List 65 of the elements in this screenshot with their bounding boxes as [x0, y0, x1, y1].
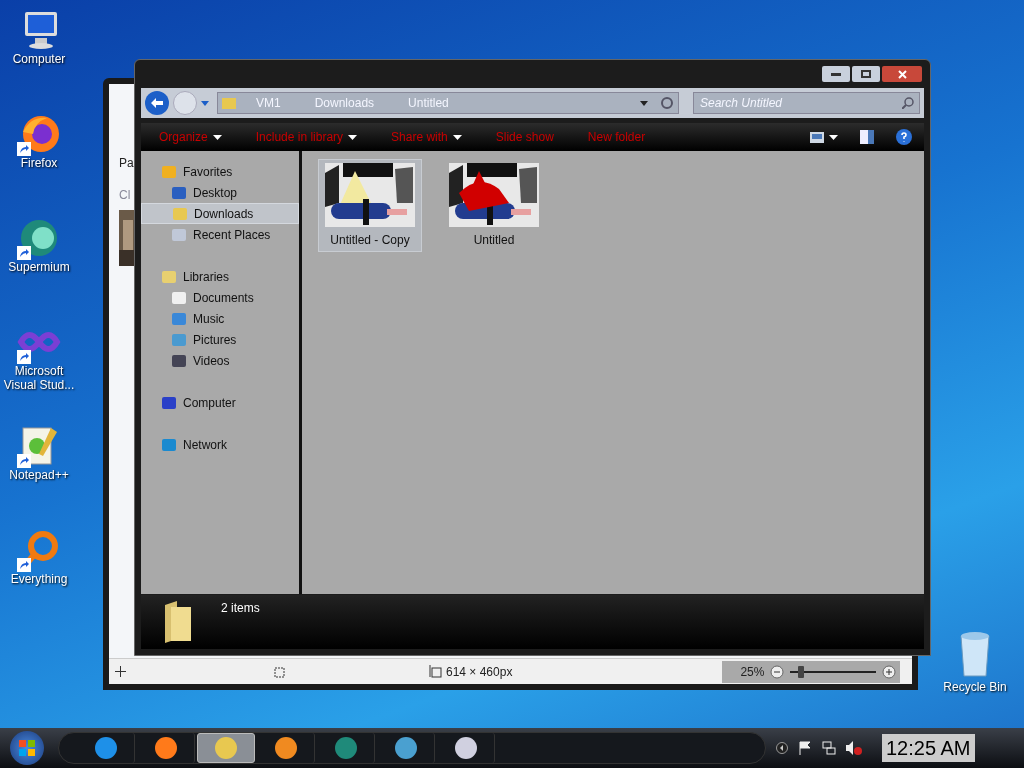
- back-arrow-icon: [151, 98, 163, 108]
- ribbon-label: Pa: [119, 155, 134, 172]
- clock[interactable]: 12:25 AM: [882, 734, 975, 762]
- caret-icon: [452, 134, 462, 140]
- caret-icon[interactable]: [201, 100, 209, 106]
- nav-item[interactable]: Downloads: [141, 203, 299, 224]
- nav-item[interactable]: Favorites: [141, 161, 299, 182]
- close-icon: [897, 69, 907, 79]
- file-name: Untitled - Copy: [330, 232, 410, 249]
- close-button[interactable]: [882, 66, 922, 82]
- shortcut-arrow-icon: [17, 246, 31, 260]
- zoom-slider[interactable]: [790, 664, 877, 679]
- nav-item[interactable]: Pictures: [141, 329, 299, 350]
- nav-item[interactable]: Desktop: [141, 182, 299, 203]
- ribbon-label: Cl: [119, 187, 131, 204]
- shortcut-arrow-icon: [17, 350, 31, 364]
- nav-item[interactable]: Network: [141, 434, 299, 455]
- windows-logo-icon: [19, 740, 35, 756]
- back-button[interactable]: [145, 91, 169, 115]
- shortcut-arrow-icon: [17, 454, 31, 468]
- desktop-icon-label[interactable]: Firefox: [0, 156, 78, 170]
- muted-speaker-icon[interactable]: [846, 741, 862, 755]
- image-size-icon: [429, 665, 442, 678]
- search-icon: [902, 97, 914, 109]
- slider-thumb[interactable]: [797, 665, 804, 678]
- file-item[interactable]: Untitled: [442, 159, 546, 252]
- caret-icon: [829, 134, 838, 140]
- nav-item[interactable]: Documents: [141, 287, 299, 308]
- caret-icon[interactable]: [640, 100, 648, 106]
- selection-icon: [272, 665, 285, 678]
- view-icon[interactable]: [810, 131, 824, 143]
- item-count: 2 items: [221, 600, 260, 617]
- shortcut-arrow-icon: [17, 558, 31, 572]
- desktop-icon-label[interactable]: Computer: [0, 52, 78, 66]
- zoom-out-icon[interactable]: [770, 664, 785, 679]
- move-icon: [115, 666, 126, 677]
- file-item[interactable]: Untitled - Copy: [318, 159, 422, 252]
- shortcut-arrow-icon: [17, 142, 31, 156]
- desktop-icon-label[interactable]: Notepad++: [0, 468, 78, 482]
- start-button[interactable]: [10, 731, 44, 765]
- preview-pane-icon[interactable]: [860, 130, 874, 144]
- minimize-button[interactable]: [822, 66, 850, 82]
- desktop-icon-label[interactable]: Supermium: [0, 260, 78, 274]
- image-dimensions: 614 × 460px: [446, 663, 513, 681]
- nav-item[interactable]: Recent Places: [141, 224, 299, 245]
- show-hidden-icon[interactable]: [776, 742, 788, 754]
- maximize-button[interactable]: [852, 66, 880, 82]
- desktop-icon-label[interactable]: Recycle Bin: [943, 678, 1007, 696]
- nav-item[interactable]: Music: [141, 308, 299, 329]
- zoom-level: 25%: [722, 660, 767, 683]
- minimize-icon: [831, 72, 841, 76]
- file-name: Untitled: [473, 232, 515, 249]
- refresh-icon[interactable]: [660, 96, 674, 110]
- flag-icon[interactable]: [798, 741, 812, 755]
- search-field[interactable]: Search Untitled: [693, 92, 920, 114]
- caret-icon: [212, 134, 222, 140]
- desktop-icon-label[interactable]: Everything: [0, 572, 78, 586]
- nav-item[interactable]: Libraries: [141, 266, 299, 287]
- nav-item[interactable]: Computer: [141, 392, 299, 413]
- caret-icon: [348, 134, 358, 140]
- restore-icon: [861, 70, 871, 78]
- desktop-icon-label[interactable]: Microsoft Visual Stud...: [0, 364, 78, 392]
- nav-item[interactable]: Videos: [141, 350, 299, 371]
- zoom-in-icon[interactable]: [882, 664, 897, 679]
- help-icon[interactable]: [896, 129, 912, 145]
